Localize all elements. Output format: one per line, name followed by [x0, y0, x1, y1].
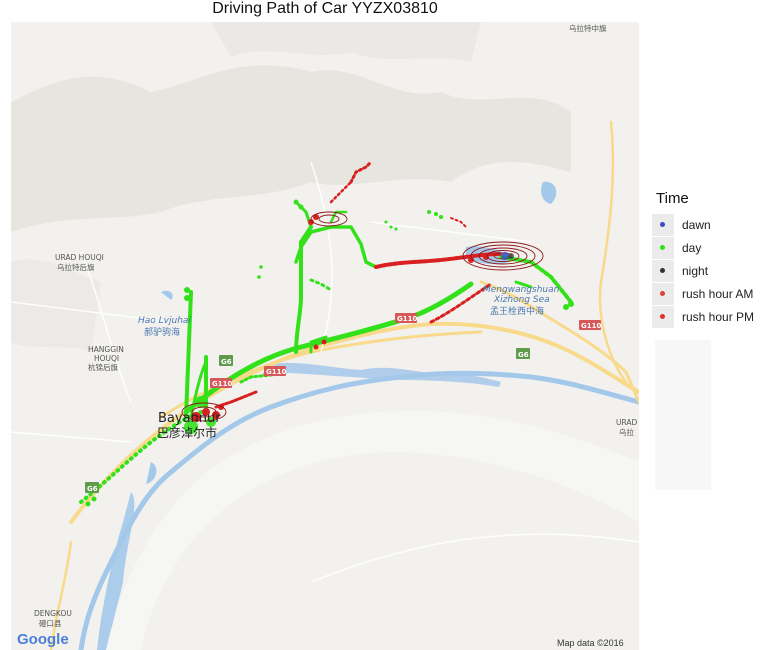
label-mengwang-2: Xizhong Sea	[493, 295, 550, 305]
dawn-point	[501, 252, 514, 260]
shield-g6-c: G6	[87, 485, 98, 493]
chart-title: Driving Path of Car YYZX03810	[212, 0, 438, 17]
legend-key-day	[652, 236, 674, 259]
label-bayannur: Bayannur	[158, 411, 221, 426]
legend-item-rush-am: rush hour AM	[652, 282, 760, 305]
map-data-attribution: Map data ©2016	[557, 638, 624, 648]
map-view[interactable]: URAD HOUQI 乌拉特后旗 Hao Lvjuhai 郝驴驹海 HANGGI…	[11, 22, 639, 650]
legend-backdrop	[655, 340, 711, 490]
shield-g110-a: G110	[266, 368, 286, 376]
shield-g6-b: G6	[518, 351, 529, 359]
label-hao-lv: Hao Lvjuhai	[138, 316, 191, 326]
label-urad-right-1: URAD	[616, 418, 638, 427]
legend-label-rush-pm: rush hour PM	[682, 309, 755, 324]
label-mengwang-cn: 孟王栓西中海	[490, 305, 544, 317]
shield-g6-a: G6	[221, 358, 232, 366]
legend-label-rush-am: rush hour AM	[682, 286, 754, 301]
legend-item-rush-pm: rush hour PM	[652, 305, 760, 328]
label-dengkou-cn: 磴口县	[39, 618, 62, 628]
legend-label-night: night	[682, 263, 709, 278]
legend-key-rush-am	[652, 282, 674, 305]
legend-item-day: day	[652, 236, 760, 259]
legend-label-dawn: dawn	[682, 217, 711, 232]
label-hanggin-cn: 杭锦后旗	[88, 362, 118, 372]
legend-key-night	[652, 259, 674, 282]
label-urad-right-2: 乌拉	[619, 427, 634, 437]
shield-g110-b: G110	[397, 315, 417, 323]
legend-key-dawn	[652, 213, 674, 236]
label-urad-middle-cn: 乌拉特中旗	[569, 23, 607, 33]
label-hanggin-1: HANGGIN	[88, 345, 124, 354]
shield-g110-c: G110	[581, 322, 601, 330]
label-mengwang-1: Mengwangshuan	[483, 285, 560, 295]
label-bayannur-cn: 巴彦淖尔市	[157, 425, 217, 440]
legend-item-dawn: dawn	[652, 213, 760, 236]
legend-label-day: day	[682, 240, 702, 255]
shield-g110-d: G110	[212, 380, 232, 388]
label-dengkou: DENGKOU	[34, 609, 72, 618]
legend-key-rush-pm	[652, 305, 674, 328]
legend-title: Time	[656, 190, 689, 207]
legend-item-night: night	[652, 259, 760, 282]
label-urad-houqi: URAD HOUQI	[55, 253, 104, 262]
legend: Time dawn day night rush hour AM rush ho…	[652, 190, 760, 328]
label-urad-houqi-cn: 乌拉特后旗	[57, 262, 95, 272]
label-hanggin-2: HOUQI	[94, 354, 119, 363]
label-hao-lv-cn: 郝驴驹海	[144, 326, 180, 338]
google-logo: Google	[17, 631, 69, 648]
